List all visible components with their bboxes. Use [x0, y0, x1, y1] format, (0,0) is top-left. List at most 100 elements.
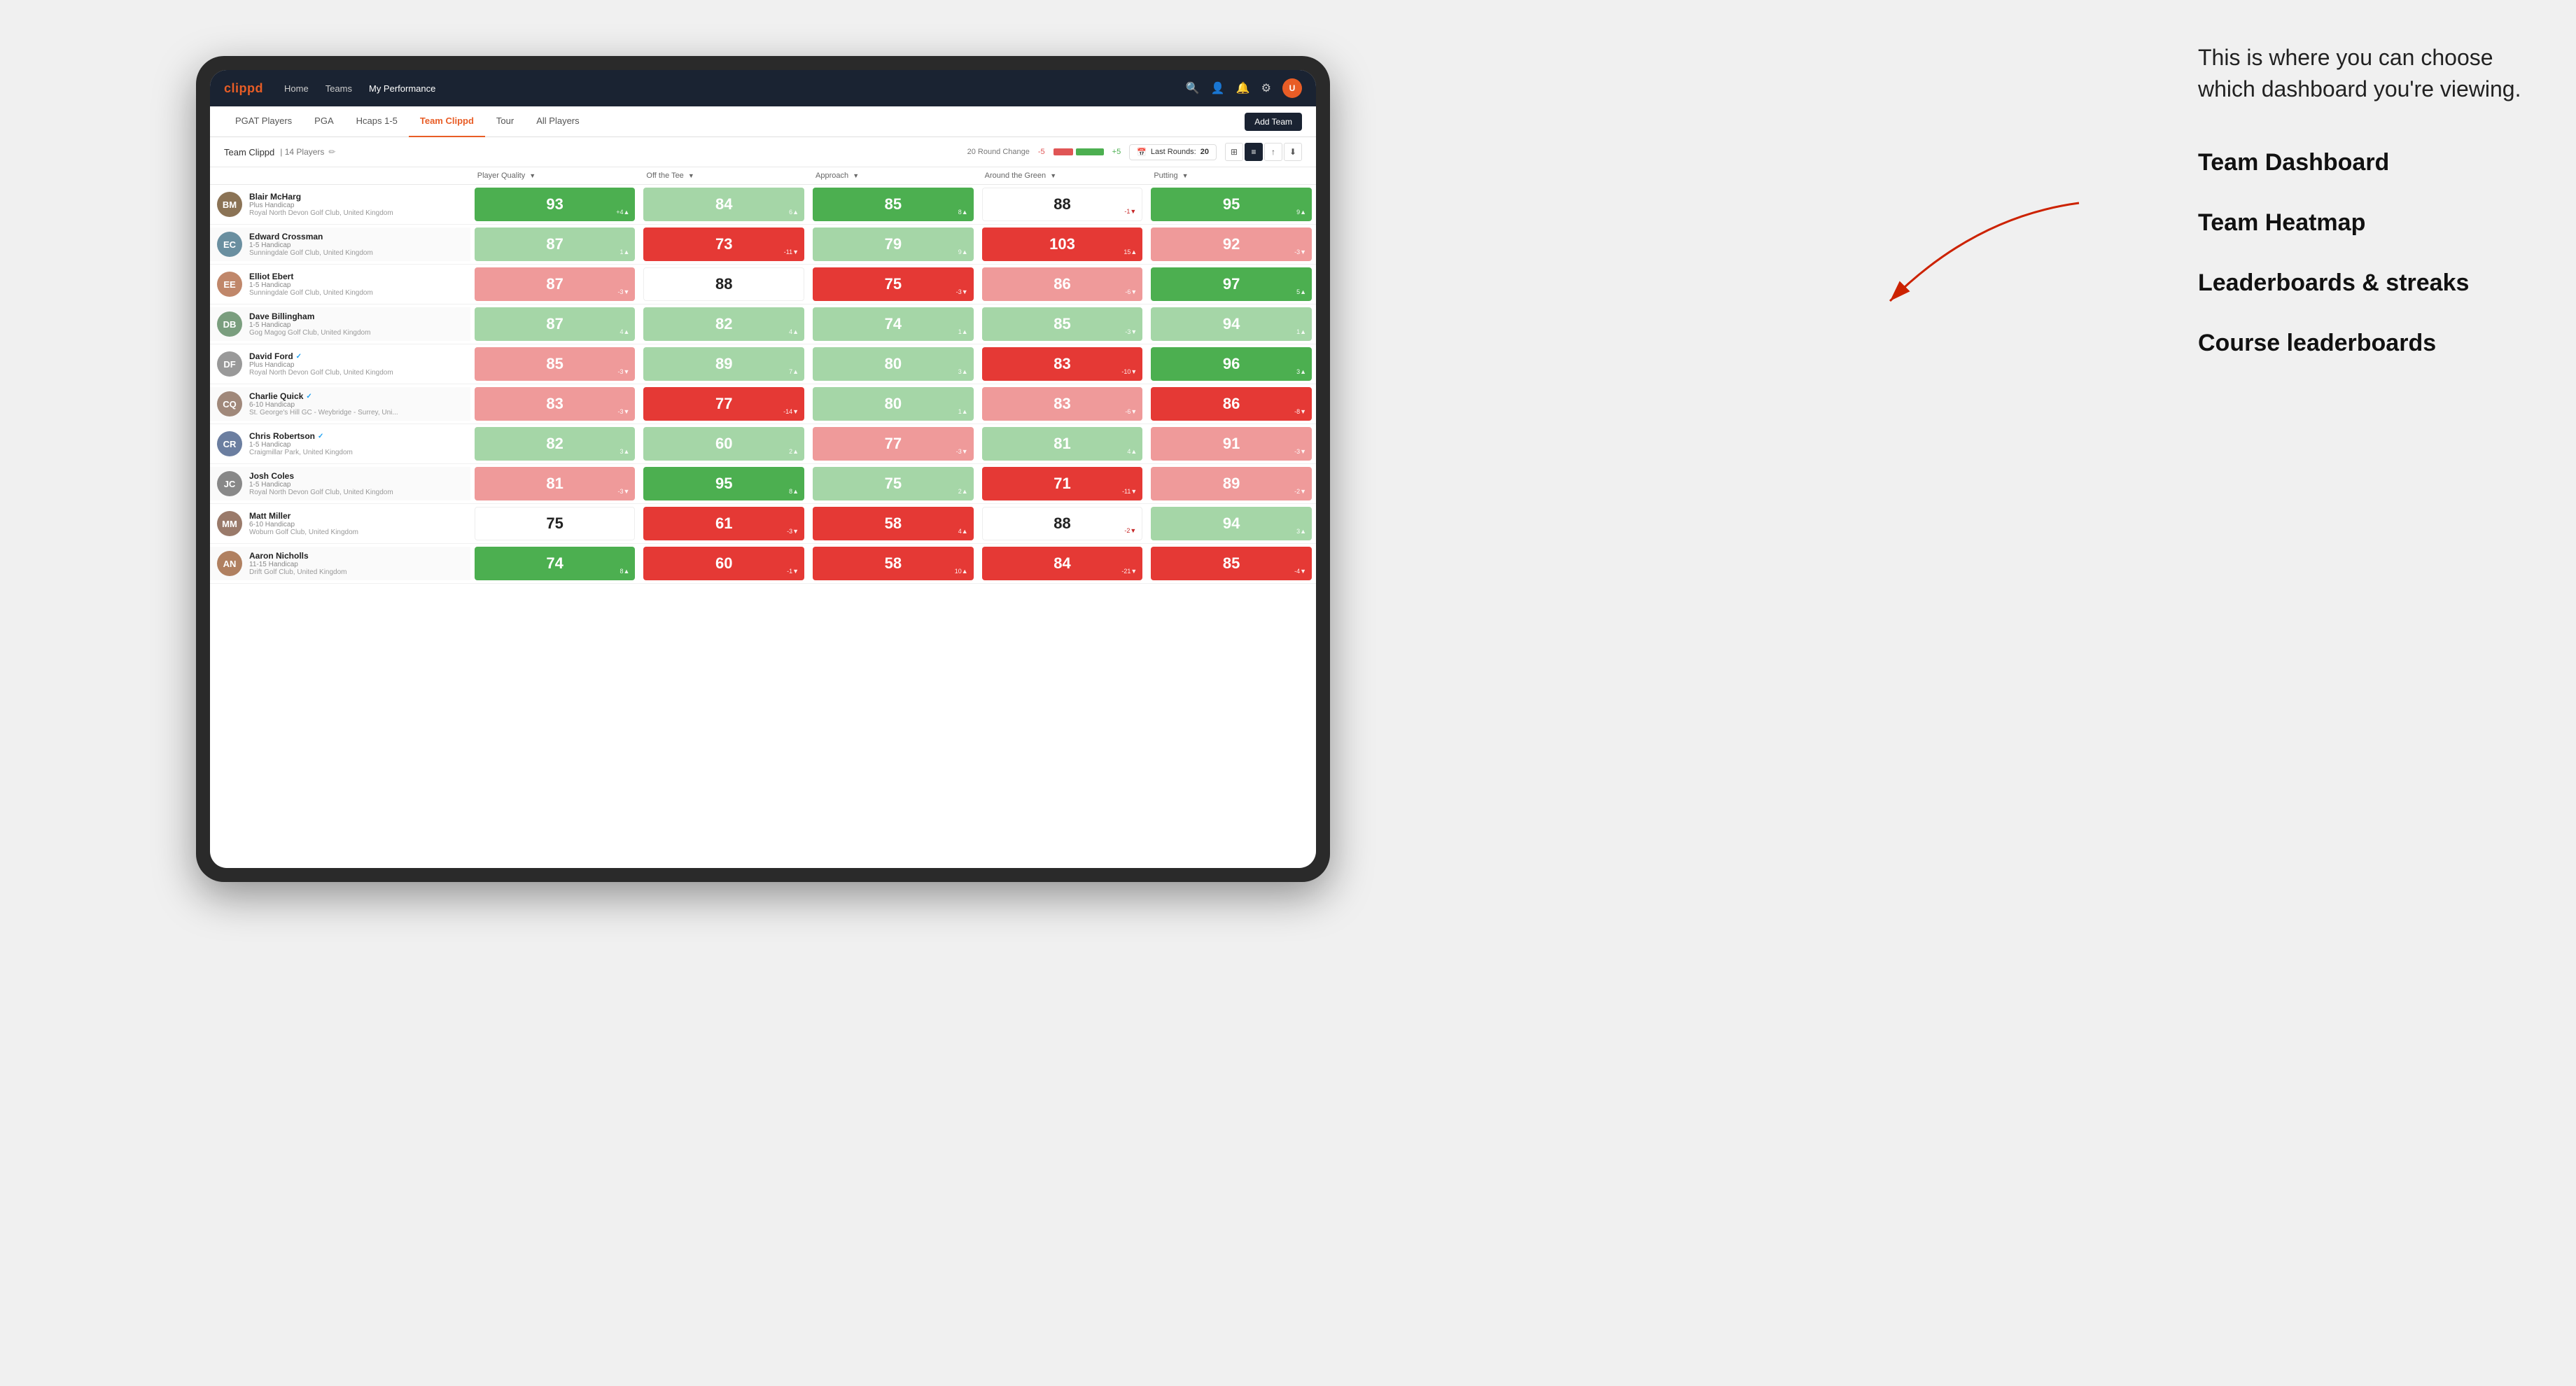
nav-teams[interactable]: Teams [326, 83, 352, 94]
score-change: 3▲ [958, 368, 968, 375]
option-course-leaderboards[interactable]: Course leaderboards [2198, 328, 2534, 358]
score-change: 3▲ [620, 448, 629, 455]
score-box: 83 -10▼ [982, 347, 1143, 381]
option-team-dashboard[interactable]: Team Dashboard [2198, 147, 2534, 178]
score-box: 79 9▲ [813, 227, 974, 261]
score-cell: 94 3▲ [1147, 504, 1316, 544]
score-cell: 71 -11▼ [978, 464, 1147, 504]
score-cell: 88 [639, 265, 808, 304]
bar-green [1076, 148, 1104, 155]
player-handicap: Plus Handicap [249, 361, 463, 369]
col-header-tee[interactable]: Off the Tee ▼ [639, 167, 808, 185]
score-change: -3▼ [617, 488, 629, 495]
player-cell[interactable]: CQ Charlie Quick ✓ 6-10 Handicap St. Geo… [210, 384, 470, 424]
score-change: -3▼ [787, 528, 799, 535]
player-cell[interactable]: DB Dave Billingham 1-5 Handicap Gog Mago… [210, 304, 470, 344]
subnav-team-clippd[interactable]: Team Clippd [409, 106, 485, 137]
score-cell: 81 4▲ [978, 424, 1147, 464]
score-cell: 58 10▲ [808, 544, 978, 584]
settings-icon[interactable]: ⚙ [1261, 81, 1271, 95]
col-header-quality[interactable]: Player Quality ▼ [470, 167, 640, 185]
score-cell: 77 -14▼ [639, 384, 808, 424]
player-handicap: 11-15 Handicap [249, 561, 463, 568]
score-box: 58 10▲ [813, 547, 974, 580]
subnav-tour[interactable]: Tour [485, 106, 525, 137]
score-box: 61 -3▼ [643, 507, 804, 540]
score-cell: 80 3▲ [808, 344, 978, 384]
option-team-heatmap[interactable]: Team Heatmap [2198, 207, 2534, 238]
subnav-all-players[interactable]: All Players [525, 106, 590, 137]
score-change: 5▲ [1296, 288, 1306, 295]
brand-logo[interactable]: clippd [224, 81, 263, 96]
bell-icon[interactable]: 🔔 [1236, 81, 1250, 95]
player-cell[interactable]: BM Blair McHarg Plus Handicap Royal Nort… [210, 185, 470, 225]
score-cell: 73 -11▼ [639, 225, 808, 265]
col-header-green[interactable]: Around the Green ▼ [978, 167, 1147, 185]
player-club: Sunningdale Golf Club, United Kingdom [249, 289, 463, 297]
player-cell[interactable]: EC Edward Crossman 1-5 Handicap Sunningd… [210, 225, 470, 265]
player-cell[interactable]: DF David Ford ✓ Plus Handicap Royal Nort… [210, 344, 470, 384]
option-leaderboards[interactable]: Leaderboards & streaks [2198, 267, 2534, 298]
player-handicap: 6-10 Handicap [249, 521, 463, 528]
view-chart-icon[interactable]: ↑ [1264, 143, 1282, 161]
score-value: 93 [546, 195, 563, 214]
score-value: 77 [715, 395, 732, 413]
player-avatar: AN [217, 551, 242, 576]
score-value: 94 [1223, 514, 1240, 533]
user-icon[interactable]: 👤 [1211, 81, 1225, 95]
annotation-arrow [1834, 189, 2100, 343]
score-box: 58 4▲ [813, 507, 974, 540]
score-change: 4▲ [1127, 448, 1137, 455]
last-rounds-button[interactable]: 📅 Last Rounds: 20 [1129, 144, 1217, 160]
change-plus: +5 [1112, 148, 1121, 156]
view-list-icon[interactable]: ≡ [1245, 143, 1263, 161]
score-box: 73 -11▼ [643, 227, 804, 261]
score-cell: 95 8▲ [639, 464, 808, 504]
nav-my-performance[interactable]: My Performance [369, 83, 435, 94]
subnav-pga[interactable]: PGA [303, 106, 344, 137]
score-cell: 87 4▲ [470, 304, 640, 344]
score-change: -8▼ [1294, 408, 1306, 415]
score-value: 103 [1049, 235, 1075, 253]
search-icon[interactable]: 🔍 [1186, 81, 1200, 95]
score-value: 87 [546, 315, 563, 333]
score-box: 88 [643, 267, 804, 301]
score-value: 81 [1054, 435, 1070, 453]
subnav-pgat-players[interactable]: PGAT Players [224, 106, 303, 137]
player-cell[interactable]: MM Matt Miller 6-10 Handicap Woburn Golf… [210, 504, 470, 544]
score-value: 80 [885, 395, 902, 413]
view-download-icon[interactable]: ⬇ [1284, 143, 1302, 161]
player-avatar: EE [217, 272, 242, 297]
score-change: -6▼ [1125, 288, 1137, 295]
edit-team-icon[interactable]: ✏ [328, 147, 335, 157]
score-box: 86 -8▼ [1151, 387, 1312, 421]
score-change: -10▼ [1121, 368, 1137, 375]
score-box: 95 9▲ [1151, 188, 1312, 221]
score-cell: 87 -3▼ [470, 265, 640, 304]
player-cell[interactable]: AN Aaron Nicholls 11-15 Handicap Drift G… [210, 544, 470, 584]
nav-home[interactable]: Home [284, 83, 309, 94]
user-avatar[interactable]: U [1282, 78, 1302, 98]
col-header-approach[interactable]: Approach ▼ [808, 167, 978, 185]
subnav-hcaps[interactable]: Hcaps 1-5 [345, 106, 409, 137]
score-change: 8▲ [620, 568, 629, 575]
score-value: 88 [1054, 195, 1070, 214]
player-name: David Ford ✓ [249, 351, 463, 361]
player-cell[interactable]: EE Elliot Ebert 1-5 Handicap Sunningdale… [210, 265, 470, 304]
player-cell[interactable]: JC Josh Coles 1-5 Handicap Royal North D… [210, 464, 470, 504]
col-header-putting[interactable]: Putting ▼ [1147, 167, 1316, 185]
add-team-button[interactable]: Add Team [1245, 113, 1302, 131]
score-value: 61 [715, 514, 732, 533]
team-header-right: 20 Round Change -5 +5 📅 Last Rounds: 20 … [967, 143, 1302, 161]
score-change: -21▼ [1121, 568, 1137, 575]
change-minus: -5 [1038, 148, 1045, 156]
data-table: Player Quality ▼ Off the Tee ▼ Approach … [210, 167, 1316, 584]
player-avatar: CR [217, 431, 242, 456]
score-value: 74 [546, 554, 563, 573]
score-box: 87 -3▼ [475, 267, 636, 301]
last-rounds-icon: 📅 [1137, 148, 1147, 157]
player-cell[interactable]: CR Chris Robertson ✓ 1-5 Handicap Craigm… [210, 424, 470, 464]
player-name: Chris Robertson ✓ [249, 431, 463, 441]
score-change: -14▼ [783, 408, 799, 415]
view-grid-icon[interactable]: ⊞ [1225, 143, 1243, 161]
